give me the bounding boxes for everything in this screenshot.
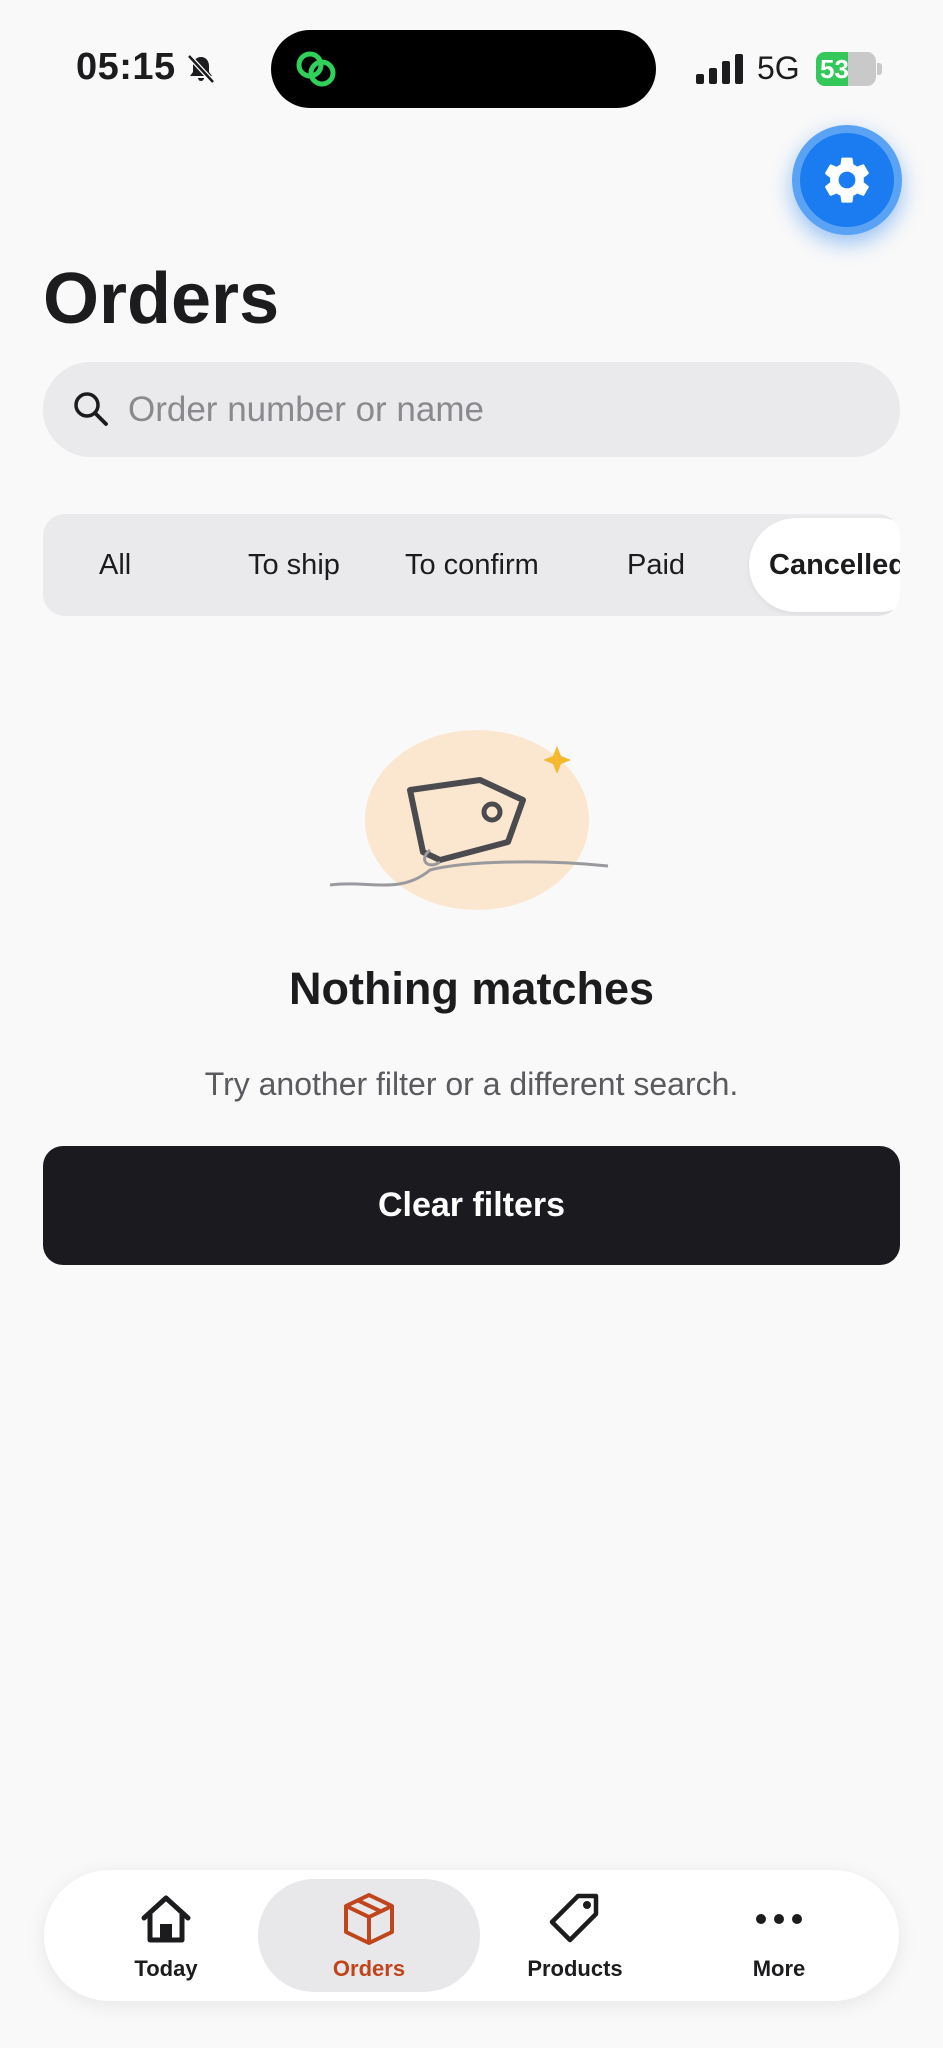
nav-label-products: Products <box>527 1956 623 1981</box>
battery-cap <box>877 63 882 75</box>
tag-icon <box>549 1893 599 1943</box>
orders-screen: 05:15 5G 53 Orders Order number or name … <box>0 0 943 2048</box>
nav-label-today: Today <box>134 1956 198 1981</box>
search-bar[interactable] <box>43 362 900 457</box>
battery-percentage: 53 <box>820 54 849 84</box>
nav-item-more[interactable]: More <box>694 1870 864 2001</box>
search-icon <box>74 392 108 426</box>
dynamic-island <box>271 30 656 108</box>
battery-body: 53 <box>816 52 876 86</box>
bottom-nav: Today Orders Products More <box>44 1870 899 2001</box>
page-title: Orders <box>43 259 280 339</box>
price-tag-icon <box>330 730 609 910</box>
signal-bars-icon <box>696 54 743 84</box>
battery-charging-icon: 53 <box>816 52 882 86</box>
bell-slash-icon <box>187 54 215 84</box>
nav-item-products[interactable]: Products <box>490 1870 660 2001</box>
tab-to-ship[interactable]: To ship <box>248 514 340 616</box>
linked-rings-icon <box>296 51 336 87</box>
tab-to-confirm[interactable]: To confirm <box>405 514 539 616</box>
tab-cancelled[interactable]: Cancelled <box>749 518 900 612</box>
empty-state-subtitle: Try another filter or a different search… <box>204 1066 739 1102</box>
nav-label-orders: Orders <box>332 1956 406 1981</box>
box-icon <box>344 1893 394 1945</box>
clear-filters-button[interactable]: Clear filters <box>43 1146 900 1265</box>
network-type: 5G <box>757 50 800 86</box>
home-icon <box>141 1895 191 1943</box>
nav-item-today[interactable]: Today <box>85 1870 247 2001</box>
empty-state-title: Nothing matches <box>288 963 655 1014</box>
settings-button[interactable] <box>792 125 902 235</box>
status-time: 05:15 <box>76 46 176 88</box>
tab-paid[interactable]: Paid <box>627 514 685 616</box>
more-dots-icon <box>756 1914 802 1924</box>
nav-label-more: More <box>752 1956 806 1981</box>
gear-icon <box>825 157 869 203</box>
filter-tabs: All To ship To confirm Paid Cancelled <box>43 514 900 616</box>
nav-item-orders[interactable]: Orders <box>258 1879 480 1992</box>
search-input[interactable] <box>128 362 868 457</box>
tab-all[interactable]: All <box>99 514 131 616</box>
